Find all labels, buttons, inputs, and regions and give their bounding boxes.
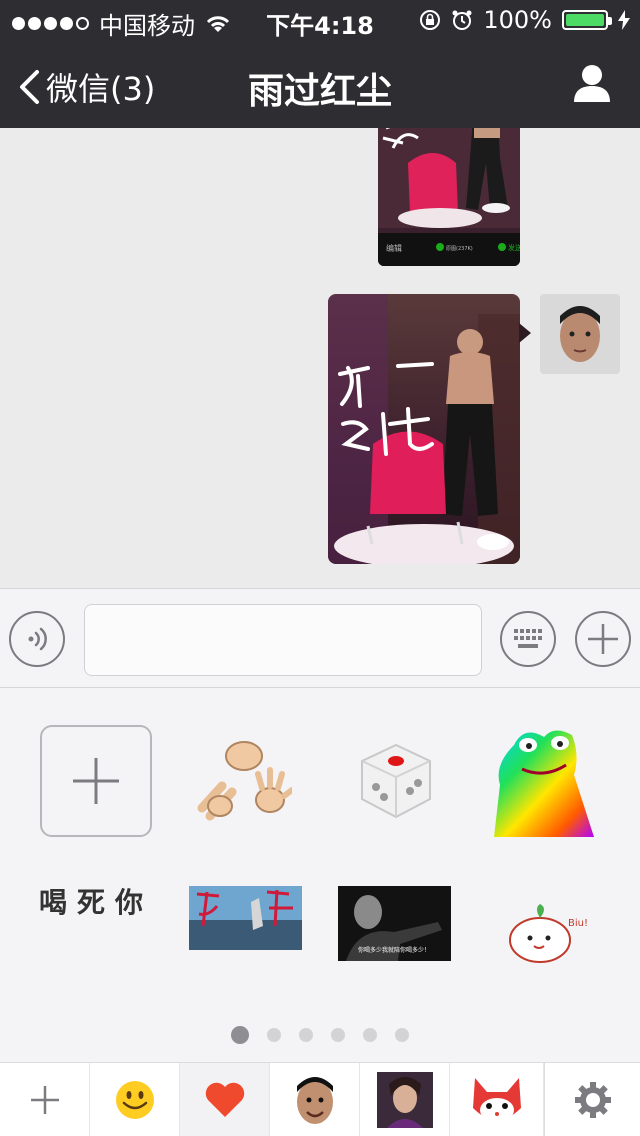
status-bar: 中国移动 下午4:18 100% [0,0,640,40]
battery-icon [562,10,612,30]
tab-favorites[interactable] [180,1063,270,1136]
tab-sticker-pack-2[interactable] [360,1063,450,1136]
tab-emoji[interactable] [90,1063,180,1136]
heart-icon [205,1082,244,1117]
person-icon [574,65,610,102]
input-bar [0,588,640,688]
tab-sticker-pack-1[interactable] [270,1063,360,1136]
image-message-2[interactable] [328,294,520,564]
page-dot-6[interactable] [395,1028,409,1042]
page-dot-3[interactable] [299,1028,313,1042]
sticker-panel: 喝死你 你喝多少我就陪你喝多少！ Biu! [0,688,640,1062]
message-input[interactable] [84,604,482,676]
meme-photo: 你喝多少我就陪你喝多少！ [338,886,451,961]
page-indicator[interactable] [0,1026,640,1044]
add-sticker-button[interactable] [40,725,152,837]
page-dot-4[interactable] [331,1028,345,1042]
sticker-text[interactable]: 喝死你 [34,866,158,936]
sticker-dice[interactable] [340,725,452,837]
bubble-tail [519,323,531,343]
rock-paper-scissors-icon [197,741,292,821]
tab-add-sticker[interactable] [0,1063,90,1136]
cartoon-bun-icon: Biu! [509,904,588,963]
rotation-lock-icon [420,10,441,30]
portrait-icon [376,1072,433,1128]
plus-icon [588,624,618,654]
battery-percent: 100% [483,6,552,34]
navigation-bar: 微信(3) 雨过红尘 [0,40,640,128]
sticker-label: Biu! [568,918,588,929]
plus-icon [73,758,119,804]
keyboard-icon [514,629,542,648]
chat-messages[interactable]: 编辑 原图(237K) 发送 [0,128,640,588]
plus-icon [30,1086,59,1114]
voice-button[interactable] [9,611,65,667]
voice-icon [28,627,47,651]
svg-text:原图(237K): 原图(237K) [446,246,473,252]
page-dot-5[interactable] [363,1028,377,1042]
photo-thumbnail [328,294,520,564]
chat-title: 雨过红尘 [247,71,392,112]
avatar-photo [540,294,620,374]
meme-face-icon [296,1077,333,1124]
frog-icon [494,730,594,837]
chat-info-button[interactable] [572,64,612,106]
sticker-meme-2[interactable]: 你喝多少我就陪你喝多少！ [338,886,451,961]
dice-icon [361,743,431,819]
sticker-rainbow-frog[interactable] [490,725,602,837]
tab-sticker-pack-3[interactable] [450,1063,544,1136]
photo-thumbnail: 编辑 原图(237K) 发送 [378,128,520,266]
more-button[interactable] [575,611,631,667]
sticker-rock-paper-scissors[interactable] [186,725,298,837]
meme-photo [189,886,302,950]
smiley-icon [115,1081,154,1119]
alarm-icon [452,10,472,30]
status-bar-right: 100% [419,6,630,34]
sticker-tab-bar [0,1062,640,1136]
page-dot-1[interactable] [231,1026,249,1044]
keyboard-button[interactable] [500,611,556,667]
meme-caption: 你喝多少我就陪你喝多少！ [358,946,430,954]
charging-bolt-icon [618,10,630,30]
sticker-cartoon[interactable]: Biu! [496,886,596,966]
svg-text:发送: 发送 [508,243,520,252]
tab-settings[interactable] [544,1063,640,1136]
svg-text:编辑: 编辑 [386,243,402,253]
image-message-1[interactable]: 编辑 原图(237K) 发送 [378,128,520,266]
page-dot-2[interactable] [267,1028,281,1042]
sticker-meme-1[interactable] [189,886,302,950]
red-fox-icon [472,1078,521,1122]
gear-icon [574,1082,611,1118]
my-avatar[interactable] [540,294,620,374]
